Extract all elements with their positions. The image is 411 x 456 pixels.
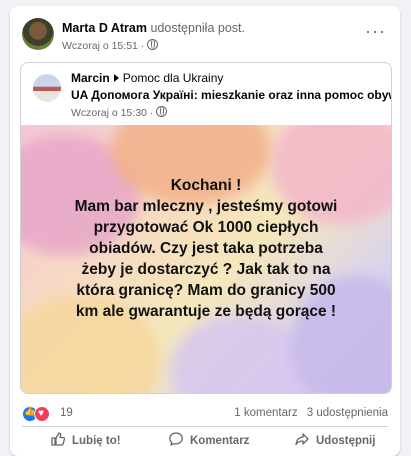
comment-label: Komentarz [190, 435, 250, 447]
comment-button[interactable]: Komentarz [168, 431, 249, 453]
shared-author-line: Marcin Pomoc dla Ukrainy [71, 71, 223, 85]
image-caption: Kochani ! Mam bar mleczny , jesteśmy got… [33, 175, 379, 322]
thumbs-up-icon [51, 432, 66, 446]
caption-line: przygotować Ok 1000 ciepłych [93, 219, 319, 236]
share-label: Udostępnij [316, 435, 376, 447]
comments-count[interactable]: 1 komentarz [234, 407, 297, 419]
author-line: Marta D Atram udostępniła post. [62, 21, 245, 35]
like-label: Lubię to! [72, 435, 121, 447]
background-blob [171, 315, 311, 393]
shared-post: Marcin Pomoc dla Ukrainy UA Допомога Укра… [20, 62, 392, 394]
caption-line: która granicę? Mam do granicy 500 [76, 282, 336, 299]
globe-icon [147, 39, 159, 50]
author-avatar[interactable] [22, 18, 54, 50]
shared-post-time[interactable]: Wczoraj o 15:30 · [71, 107, 153, 119]
caption-line: Kochani ! [170, 177, 242, 194]
post-meta: Wczoraj o 15:51 · [62, 39, 159, 52]
reactions-bar: 19 1 komentarz 3 udostępnienia [22, 404, 388, 424]
post-card: Marta D Atram udostępniła post. Wczoraj … [10, 6, 400, 456]
share-button[interactable]: Udostępnij [294, 431, 375, 453]
globe-icon [156, 106, 168, 117]
more-options-button[interactable]: ··· [365, 22, 386, 40]
like-button[interactable]: Lubię to! [50, 431, 121, 453]
love-reaction-icon[interactable] [34, 406, 50, 422]
shared-post-header: Marcin Pomoc dla Ukrainy UA Допомога Укра… [21, 63, 391, 125]
caption-line: obiadów. Czy jest taka potrzeba [89, 240, 323, 257]
shared-author-name[interactable]: Marcin [71, 71, 110, 85]
shared-group-name-part1[interactable]: Pomoc dla Ukrainy [123, 71, 224, 85]
post-image[interactable]: Kochani ! Mam bar mleczny , jesteśmy got… [21, 125, 391, 393]
action-bar: Lubię to! Komentarz Udostępnij [22, 426, 388, 455]
shared-group-name-part2[interactable]: UA Допомога Україні: mieszkanie oraz inn… [71, 88, 391, 102]
reaction-count[interactable]: 19 [60, 407, 73, 419]
share-icon [295, 433, 309, 446]
author-name[interactable]: Marta D Atram [62, 21, 147, 35]
post-time[interactable]: Wczoraj o 15:51 · [62, 40, 144, 52]
shares-count[interactable]: 3 udostępnienia [307, 407, 388, 419]
post-header: Marta D Atram udostępniła post. Wczoraj … [22, 18, 390, 58]
caption-line: żeby je dostarczyć ? Jak tak to na [81, 261, 331, 278]
comment-icon [169, 432, 183, 446]
arrow-right-icon [113, 74, 119, 82]
engagement-stats: 1 komentarz 3 udostępnienia [228, 407, 388, 419]
caption-line: Mam bar mleczny , jesteśmy gotowi [74, 198, 338, 215]
shared-post-meta: Wczoraj o 15:30 · [71, 106, 168, 119]
caption-line: km ale gwarantuje ze będą gorące ! [75, 303, 337, 320]
author-action: udostępniła post. [150, 21, 245, 35]
shared-author-avatar[interactable] [33, 74, 61, 102]
